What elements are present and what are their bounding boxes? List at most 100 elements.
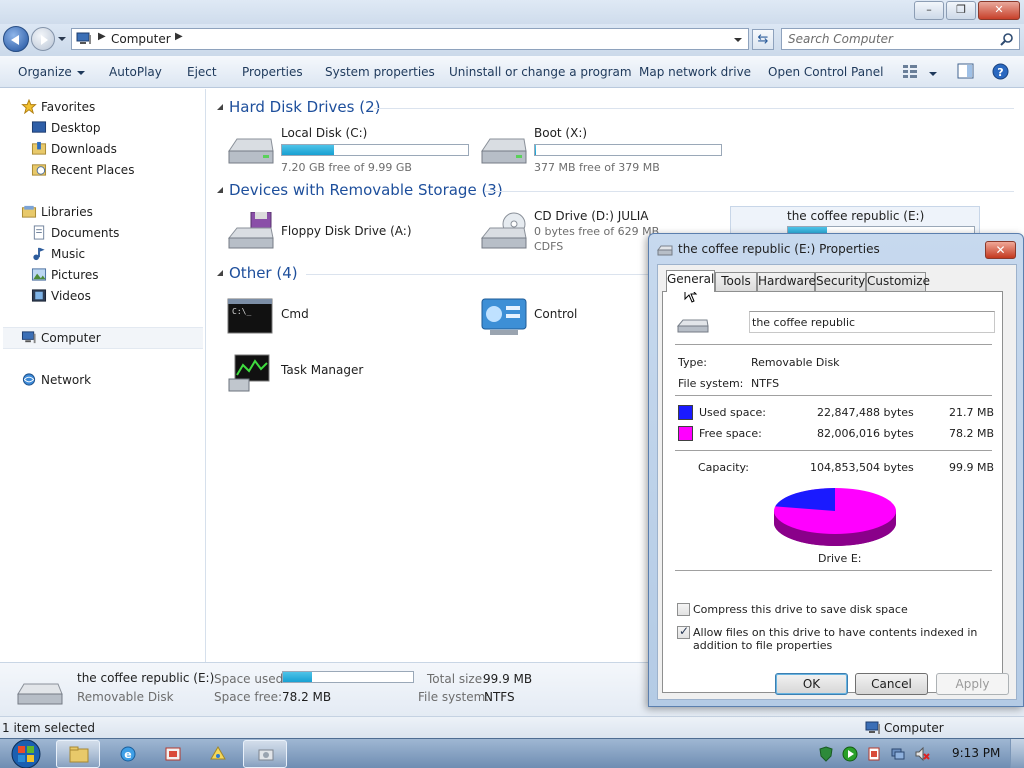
system-clock[interactable]: 9:13 PM	[952, 746, 1000, 760]
control-panel-icon	[481, 298, 527, 335]
chevron-down-icon	[929, 71, 937, 76]
properties-button[interactable]: Properties	[242, 65, 303, 79]
collapse-triangle-icon[interactable]	[216, 269, 224, 277]
capacity-label: Capacity:	[698, 461, 749, 474]
computer-icon	[865, 721, 880, 734]
folder-icon	[69, 746, 89, 763]
index-checkbox[interactable]	[677, 624, 690, 639]
collapse-triangle-icon[interactable]	[216, 103, 224, 111]
volume-muted-icon[interactable]	[914, 746, 930, 762]
tab-tools[interactable]: Tools	[715, 272, 757, 291]
drive-label-input[interactable]	[749, 311, 995, 333]
removable-drive-icon	[657, 245, 673, 256]
dialog-body: General Tools Hardware Security Customiz…	[657, 264, 1017, 700]
compress-checkbox[interactable]	[677, 603, 690, 616]
tab-customize[interactable]: Customize	[866, 272, 930, 291]
eject-button[interactable]: Eject	[187, 65, 217, 79]
open-control-panel-button[interactable]: Open Control Panel	[768, 65, 883, 79]
autoplay-button[interactable]: AutoPlay	[109, 65, 162, 79]
divider	[675, 344, 992, 345]
nav-network-label: Network	[41, 373, 92, 387]
map-network-drive-button[interactable]: Map network drive	[639, 65, 751, 79]
search-box[interactable]	[781, 28, 1020, 50]
nav-desktop-label: Desktop	[51, 121, 101, 135]
breadcrumb-arrow-icon[interactable]: ▶	[175, 31, 183, 42]
taskbar-internet-explorer[interactable]: e	[106, 740, 150, 768]
breadcrumb-arrow-icon[interactable]: ▶	[98, 31, 106, 42]
security-tray-icon[interactable]	[818, 746, 834, 762]
tab-general[interactable]: General	[666, 270, 715, 292]
computer-icon	[76, 32, 91, 44]
status-location: Computer	[884, 721, 944, 735]
videos-icon	[31, 289, 47, 302]
cancel-button[interactable]: Cancel	[855, 673, 928, 695]
item-task-manager[interactable]: Task Manager	[227, 347, 477, 399]
drive-floppy-a[interactable]: Floppy Disk Drive (A:)	[227, 206, 477, 258]
change-view-icon[interactable]	[902, 63, 918, 79]
address-box[interactable]: ▶ Computer ▶	[71, 28, 749, 50]
collapse-triangle-icon[interactable]	[216, 186, 224, 194]
tray-app-icon[interactable]	[866, 746, 882, 762]
restore-button[interactable]: ❐	[946, 1, 976, 20]
drive-usage-bar	[281, 144, 469, 156]
preview-pane-icon[interactable]	[957, 63, 974, 79]
group-hard-disk-drives[interactable]: Hard Disk Drives (2)	[216, 98, 1016, 118]
group-title: Other (4)	[229, 264, 298, 282]
index-label[interactable]: Allow files on this drive to have conten…	[693, 626, 993, 652]
removable-drive-icon	[677, 319, 709, 333]
breadcrumb-computer[interactable]: Computer	[111, 32, 171, 46]
close-button[interactable]: ✕	[978, 1, 1020, 20]
drive-name: Local Disk (C:)	[281, 126, 368, 140]
network-tray-icon[interactable]	[890, 746, 906, 762]
search-input[interactable]	[788, 30, 988, 48]
show-desktop-button[interactable]	[1010, 739, 1024, 768]
drive-usage-fill	[282, 145, 335, 155]
apply-button[interactable]: Apply	[936, 673, 1009, 695]
desktop-icon	[31, 121, 47, 133]
tab-hardware[interactable]: Hardware	[757, 272, 816, 291]
capacity-mb: 99.9 MB	[949, 461, 995, 474]
nav-libraries-label: Libraries	[41, 205, 93, 219]
close-icon: ✕	[995, 243, 1006, 257]
organize-menu[interactable]: Organize	[18, 65, 85, 79]
tab-security[interactable]: Security	[815, 272, 866, 291]
view-options-dropdown[interactable]	[924, 66, 937, 80]
group-removable-storage[interactable]: Devices with Removable Storage (3)	[216, 181, 1016, 201]
media-player-tray-icon[interactable]	[842, 746, 858, 762]
forward-button[interactable]	[31, 27, 55, 51]
uninstall-program-button[interactable]: Uninstall or change a program	[449, 65, 632, 79]
app-icon	[165, 747, 181, 761]
drive-boot-x[interactable]: Boot (X:) 377 MB free of 379 MB	[480, 123, 730, 175]
search-icon[interactable]	[1000, 32, 1014, 46]
refresh-button[interactable]: ⇆	[752, 29, 774, 50]
compress-label[interactable]: Compress this drive to save disk space	[693, 603, 908, 616]
used-space-mb: 21.7 MB	[949, 406, 995, 419]
type-value: Removable Disk	[751, 356, 840, 369]
start-button[interactable]	[6, 739, 46, 768]
recent-pages-dropdown[interactable]	[58, 37, 66, 41]
back-button[interactable]	[3, 26, 29, 52]
ok-button[interactable]: OK	[775, 673, 848, 695]
address-dropdown-icon[interactable]	[734, 38, 742, 42]
taskbar-app-2[interactable]	[151, 740, 195, 768]
documents-icon	[33, 225, 45, 240]
system-properties-button[interactable]: System properties	[325, 65, 435, 79]
free-space-mb: 78.2 MB	[949, 427, 995, 440]
minimize-button[interactable]: –	[914, 1, 944, 20]
drive-local-disk-c[interactable]: Local Disk (C:) 7.20 GB free of 9.99 GB	[227, 123, 477, 175]
taskbar-app-4[interactable]	[243, 740, 287, 768]
taskbar: e 9:13 PM	[0, 738, 1024, 768]
drive-name: Boot (X:)	[534, 126, 588, 140]
help-icon[interactable]: ?	[992, 63, 1009, 80]
dialog-close-button[interactable]: ✕	[985, 241, 1016, 259]
taskbar-app-3[interactable]	[196, 740, 240, 768]
title-bar[interactable]: – ❐ ✕	[0, 0, 1024, 24]
drive-name: CD Drive (D:) JULIA	[534, 209, 649, 223]
item-cmd[interactable]: C:\_ Cmd	[227, 291, 477, 343]
floppy-drive-icon	[227, 212, 274, 249]
close-icon: ✕	[994, 3, 1004, 16]
group-divider	[484, 191, 1014, 192]
taskbar-explorer[interactable]	[56, 740, 100, 768]
nav-documents-label: Documents	[51, 226, 120, 240]
svg-text:?: ?	[997, 66, 1003, 79]
